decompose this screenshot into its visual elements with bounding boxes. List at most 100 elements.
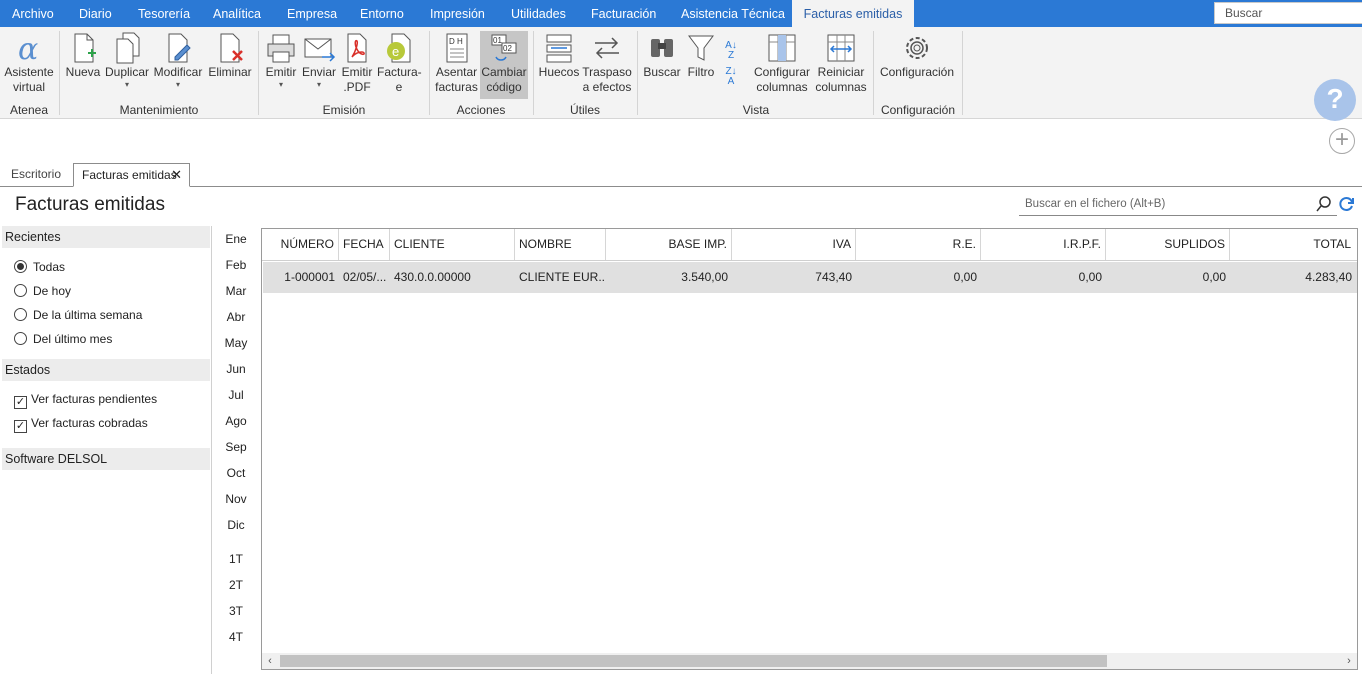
traspaso-efectos-button[interactable]: Traspaso a efectos (582, 31, 632, 95)
month-jun[interactable]: Jun (212, 362, 260, 376)
ribbon-separator (59, 31, 60, 115)
scroll-left-icon[interactable]: ‹ (262, 653, 278, 669)
filter-icon (684, 31, 718, 65)
quarter-3t[interactable]: 3T (212, 604, 260, 618)
scroll-right-icon[interactable]: › (1341, 653, 1357, 669)
configurar-columnas-button[interactable]: Configurar columnas (752, 31, 812, 95)
asentar-facturas-button[interactable]: D H Asentar facturas (434, 31, 479, 95)
menu-asistencia-tecnica[interactable]: Asistencia Técnica (681, 0, 785, 27)
grid-header: NÚMERO FECHA CLIENTE NOMBRE BASE IMP. IV… (262, 229, 1357, 261)
quarter-1t[interactable]: 1T (212, 552, 260, 566)
emitir-pdf-button[interactable]: Emitir .PDF (340, 31, 374, 95)
close-icon[interactable]: ✕ (171, 164, 182, 186)
facturae-icon: e (382, 31, 416, 65)
horizontal-scrollbar[interactable]: ‹ › (262, 653, 1357, 669)
huecos-label: Huecos (538, 65, 580, 79)
eliminar-button[interactable]: Eliminar (208, 31, 252, 80)
reiniciar-label: Reiniciar (817, 65, 865, 79)
edit-document-icon (161, 31, 195, 65)
month-feb[interactable]: Feb (212, 258, 260, 272)
printer-icon (264, 31, 298, 65)
menu-utilidades[interactable]: Utilidades (511, 0, 566, 27)
menu-facturacion[interactable]: Facturación (591, 0, 656, 27)
radio-icon (14, 308, 27, 321)
reiniciar-columnas-button[interactable]: Reiniciar columnas (814, 31, 868, 95)
month-mar[interactable]: Mar (212, 284, 260, 298)
cell-numero: 1-000001 (284, 270, 335, 284)
col-iva[interactable]: IVA (732, 229, 856, 260)
menu-empresa[interactable]: Empresa (287, 0, 337, 27)
col-nombre[interactable]: NOMBRE (515, 229, 606, 260)
quarter-4t[interactable]: 4T (212, 630, 260, 644)
asistente-virtual-button[interactable]: α Asistente virtual (4, 31, 54, 95)
month-dic[interactable]: Dic (212, 518, 260, 532)
col-base-imp[interactable]: BASE IMP. (606, 229, 732, 260)
file-search-input[interactable]: Buscar en el fichero (Alt+B) (1019, 192, 1337, 216)
sort-za-button[interactable]: Z↓ A (720, 67, 742, 87)
columns-config-icon (765, 31, 799, 65)
section-software-delsol[interactable]: Software DELSOL (2, 448, 210, 470)
col-suplidos[interactable]: SUPLIDOS (1106, 229, 1230, 260)
modificar-button[interactable]: Modificar ▾ (153, 31, 203, 90)
search-icon[interactable] (1316, 196, 1332, 215)
radio-todas[interactable]: Todas (14, 259, 65, 275)
month-nov[interactable]: Nov (212, 492, 260, 506)
asistente-label-2: virtual (12, 80, 45, 94)
menu-archivo[interactable]: Archivo (12, 0, 54, 27)
cell-nombre: CLIENTE EUR... (519, 270, 606, 284)
refresh-icon[interactable] (1339, 196, 1355, 215)
month-abr[interactable]: Abr (212, 310, 260, 324)
buscar-button[interactable]: Buscar (642, 31, 682, 80)
emitir-button[interactable]: Emitir ▾ (263, 31, 299, 90)
svg-text:01: 01 (493, 36, 502, 45)
col-irpf[interactable]: I.R.P.F. (981, 229, 1106, 260)
col-fecha[interactable]: FECHA (339, 229, 390, 260)
help-icon[interactable]: ? (1314, 79, 1356, 121)
menu-facturas-emitidas[interactable]: Facturas emitidas (792, 0, 914, 27)
filtro-button[interactable]: Filtro (684, 31, 718, 80)
col-total[interactable]: TOTAL (1230, 229, 1355, 260)
month-ene[interactable]: Ene (212, 232, 260, 246)
modificar-label: Modificar (153, 65, 203, 79)
month-jul[interactable]: Jul (212, 388, 260, 402)
facturae-button[interactable]: e Factura- e (377, 31, 422, 95)
enviar-button[interactable]: Enviar ▾ (301, 31, 337, 90)
sort-ascending-icon: A↓ Z (725, 40, 737, 61)
scrollbar-thumb[interactable] (280, 655, 1107, 667)
nueva-button[interactable]: Nueva (65, 31, 101, 80)
checkbox-cobradas[interactable]: ✓ Ver facturas cobradas (14, 415, 148, 433)
menu-analitica[interactable]: Analítica (213, 0, 261, 27)
radio-ultimo-mes[interactable]: Del último mes (14, 331, 112, 347)
menu-impresion[interactable]: Impresión (430, 0, 485, 27)
menu-tesoreria[interactable]: Tesorería (138, 0, 190, 27)
ribbon-separator (637, 31, 638, 115)
month-oct[interactable]: Oct (212, 466, 260, 480)
table-row[interactable]: 1-000001 02/05/... 430.0.0.00000 CLIENTE… (263, 262, 1357, 293)
cambiar-codigo-button[interactable]: 01 02 Cambiar código (480, 31, 528, 99)
configuracion-button[interactable]: Configuración (878, 31, 956, 80)
menu-diario[interactable]: Diario (79, 0, 112, 27)
col-re[interactable]: R.E. (856, 229, 981, 260)
global-search-input[interactable]: Buscar (1214, 2, 1362, 24)
quarter-2t[interactable]: 2T (212, 578, 260, 592)
menu-entorno[interactable]: Entorno (360, 0, 404, 27)
ribbon-separator (533, 31, 534, 115)
sort-descending-icon: Z↓ A (725, 66, 737, 87)
cambiar-label: Cambiar (481, 65, 527, 79)
month-sep[interactable]: Sep (212, 440, 260, 454)
col-cliente[interactable]: CLIENTE (390, 229, 515, 260)
checkbox-pendientes[interactable]: ✓ Ver facturas pendientes (14, 391, 157, 409)
section-recientes: Recientes (2, 226, 210, 248)
add-panel-icon[interactable]: + (1329, 128, 1355, 154)
huecos-button[interactable]: Huecos (538, 31, 580, 80)
emitir-pdf-label-2: .PDF (343, 80, 371, 94)
month-may[interactable]: May (212, 336, 260, 350)
radio-de-hoy[interactable]: De hoy (14, 283, 71, 299)
tab-facturas-emitidas[interactable]: Facturas emitidas ✕ (73, 163, 190, 187)
radio-ultima-semana[interactable]: De la última semana (14, 307, 142, 323)
col-numero[interactable]: NÚMERO (262, 229, 339, 260)
month-ago[interactable]: Ago (212, 414, 260, 428)
sort-az-button[interactable]: A↓ Z (720, 41, 742, 61)
tab-escritorio[interactable]: Escritorio (3, 163, 69, 187)
duplicar-button[interactable]: Duplicar ▾ (104, 31, 150, 90)
